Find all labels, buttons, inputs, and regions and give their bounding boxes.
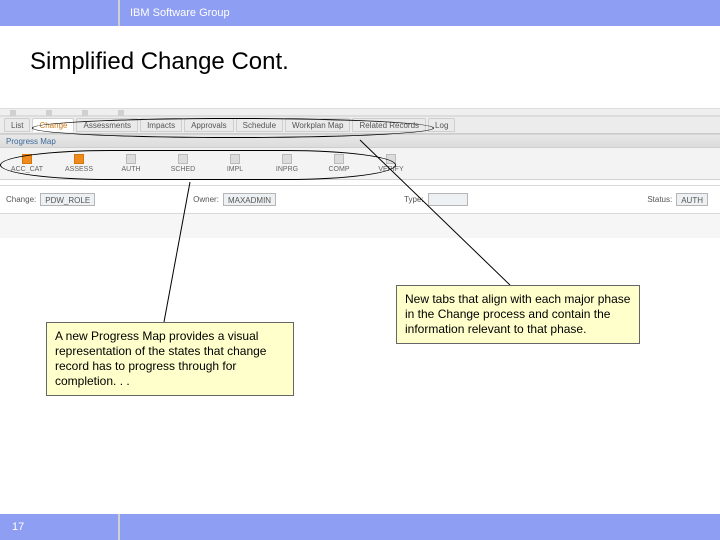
change-field[interactable]: PDW_ROLE xyxy=(40,193,95,206)
tab-log[interactable]: Log xyxy=(428,118,455,132)
progress-step-label: SCHED xyxy=(171,166,196,173)
slide-title: Simplified Change Cont. xyxy=(30,48,289,76)
progress-step-acc_cat[interactable]: ACC_CAT xyxy=(8,154,46,173)
app-screenshot: ListChangeAssessmentsImpactsApprovalsSch… xyxy=(0,108,720,238)
progress-step-label: ACC_CAT xyxy=(11,166,43,173)
progress-step-label: INPRG xyxy=(276,166,298,173)
tabs-row: ListChangeAssessmentsImpactsApprovalsSch… xyxy=(0,116,720,134)
progress-step-box xyxy=(126,154,136,164)
status-field[interactable]: AUTH xyxy=(676,193,708,206)
progress-step-verify[interactable]: VERIFY xyxy=(372,154,410,173)
progress-step-label: IMPL xyxy=(227,166,243,173)
progress-step-box xyxy=(386,154,396,164)
status-label: Status: xyxy=(647,195,672,204)
progress-step-assess[interactable]: ASSESS xyxy=(60,154,98,173)
progress-step-comp[interactable]: COMP xyxy=(320,154,358,173)
tab-list[interactable]: List xyxy=(4,118,30,132)
type-label: Type: xyxy=(404,195,424,204)
callout-progress-map: A new Progress Map provides a visual rep… xyxy=(46,322,294,396)
software-group-label: IBM Software Group xyxy=(120,7,230,19)
progress-step-box xyxy=(22,154,32,164)
change-label: Change: xyxy=(6,195,36,204)
tab-schedule[interactable]: Schedule xyxy=(236,118,283,132)
progress-step-inprg[interactable]: INPRG xyxy=(268,154,306,173)
tab-workplan-map[interactable]: Workplan Map xyxy=(285,118,350,132)
record-fields-row: Change: PDW_ROLE Owner: MAXADMIN Type: S… xyxy=(0,186,720,214)
progress-step-auth[interactable]: AUTH xyxy=(112,154,150,173)
page-number: 17 xyxy=(0,514,120,540)
progress-map-row: ACC_CAT ASSESS AUTH SCHED IMPL INPRG COMP VERIF… xyxy=(0,148,720,180)
progress-step-box xyxy=(282,154,292,164)
progress-step-label: ASSESS xyxy=(65,166,93,173)
progress-map-header: Progress Map xyxy=(0,134,720,148)
top-header-left-block xyxy=(0,0,120,26)
tab-change[interactable]: Change xyxy=(32,118,74,132)
progress-step-box xyxy=(178,154,188,164)
progress-step-impl[interactable]: IMPL xyxy=(216,154,254,173)
callout-new-tabs: New tabs that align with each major phas… xyxy=(396,285,640,344)
progress-step-box xyxy=(230,154,240,164)
progress-step-box xyxy=(74,154,84,164)
app-toolbar xyxy=(0,108,720,116)
tab-assessments[interactable]: Assessments xyxy=(76,118,138,132)
owner-label: Owner: xyxy=(193,195,219,204)
owner-field[interactable]: MAXADMIN xyxy=(223,193,276,206)
bottom-footer-bar: 17 xyxy=(0,514,720,540)
progress-step-label: AUTH xyxy=(121,166,140,173)
callout-connectors xyxy=(0,0,720,540)
tab-impacts[interactable]: Impacts xyxy=(140,118,182,132)
tab-related-records[interactable]: Related Records xyxy=(352,118,426,132)
progress-step-box xyxy=(334,154,344,164)
tab-approvals[interactable]: Approvals xyxy=(184,118,234,132)
progress-step-sched[interactable]: SCHED xyxy=(164,154,202,173)
top-header-bar: IBM Software Group xyxy=(0,0,720,26)
progress-step-label: COMP xyxy=(329,166,350,173)
progress-step-label: VERIFY xyxy=(378,166,403,173)
type-field[interactable] xyxy=(428,193,468,206)
